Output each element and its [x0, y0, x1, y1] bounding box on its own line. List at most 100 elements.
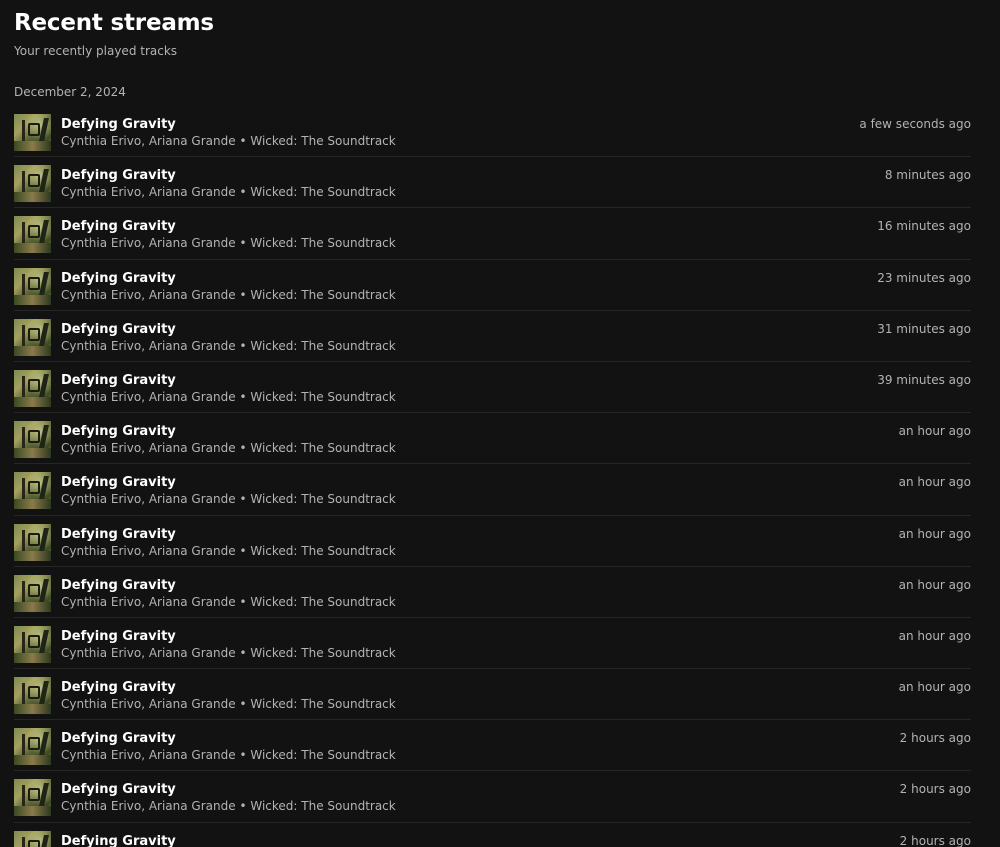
album-art-shape: [22, 580, 25, 603]
track-title[interactable]: Defying Gravity: [61, 168, 176, 184]
album-cover-icon[interactable]: [14, 574, 51, 612]
track-row[interactable]: Defying GravityCynthia Erivo, Ariana Gra…: [0, 618, 1000, 670]
track-artists[interactable]: Cynthia Erivo, Ariana Grande: [61, 799, 236, 813]
track-title[interactable]: Defying Gravity: [61, 117, 176, 133]
played-time: an hour ago: [898, 526, 971, 541]
played-time: 16 minutes ago: [877, 219, 971, 234]
track-album[interactable]: Wicked: The Soundtrack: [250, 441, 395, 455]
track-title[interactable]: Defying Gravity: [61, 219, 176, 235]
track-album[interactable]: Wicked: The Soundtrack: [250, 390, 395, 404]
track-artists[interactable]: Cynthia Erivo, Ariana Grande: [61, 492, 236, 506]
track-title[interactable]: Defying Gravity: [61, 322, 176, 338]
track-row[interactable]: Defying GravityCynthia Erivo, Ariana Gra…: [0, 720, 1000, 772]
track-album[interactable]: Wicked: The Soundtrack: [250, 748, 395, 762]
album-art-shape: [22, 171, 25, 194]
meta-separator: •: [239, 236, 247, 251]
album-cover-icon[interactable]: [14, 625, 51, 663]
track-artists[interactable]: Cynthia Erivo, Ariana Grande: [61, 339, 236, 353]
page-subtitle: Your recently played tracks: [14, 44, 178, 58]
track-artists[interactable]: Cynthia Erivo, Ariana Grande: [61, 646, 236, 660]
album-art-shape: [14, 396, 51, 407]
track-row[interactable]: Defying GravityCynthia Erivo, Ariana Gra…: [0, 669, 1000, 721]
track-row[interactable]: Defying GravityCynthia Erivo, Ariana Gra…: [0, 362, 1000, 414]
track-title[interactable]: Defying Gravity: [61, 373, 176, 389]
track-artists[interactable]: Cynthia Erivo, Ariana Grande: [61, 390, 236, 404]
track-album[interactable]: Wicked: The Soundtrack: [250, 339, 395, 353]
track-title[interactable]: Defying Gravity: [61, 629, 176, 645]
album-art-shape: [28, 481, 40, 495]
album-art-shape: [22, 324, 25, 347]
album-cover-icon[interactable]: [14, 830, 51, 847]
album-cover-icon[interactable]: [14, 421, 51, 459]
track-album[interactable]: Wicked: The Soundtrack: [250, 236, 395, 250]
track-artists[interactable]: Cynthia Erivo, Ariana Grande: [61, 697, 236, 711]
album-cover-icon[interactable]: [14, 728, 51, 766]
album-cover-icon[interactable]: [14, 523, 51, 561]
track-title[interactable]: Defying Gravity: [61, 680, 176, 696]
played-time: 8 minutes ago: [884, 168, 971, 183]
track-title[interactable]: Defying Gravity: [61, 834, 176, 847]
album-cover-icon[interactable]: [14, 779, 51, 817]
track-row[interactable]: Defying GravityCynthia Erivo, Ariana Gra…: [0, 157, 1000, 209]
played-time: 2 hours ago: [899, 782, 971, 797]
album-cover-icon[interactable]: [14, 318, 51, 356]
album-cover-icon[interactable]: [14, 369, 51, 407]
meta-separator: •: [239, 134, 247, 148]
track-artists[interactable]: Cynthia Erivo, Ariana Grande: [61, 236, 236, 250]
track-album[interactable]: Wicked: The Soundtrack: [250, 185, 395, 199]
track-title[interactable]: Defying Gravity: [61, 527, 176, 543]
track-meta: Cynthia Erivo, Ariana Grande • Wicked: T…: [61, 747, 396, 763]
track-title[interactable]: Defying Gravity: [61, 782, 176, 798]
track-row[interactable]: Defying GravityCynthia Erivo, Ariana Gra…: [0, 516, 1000, 567]
track-album[interactable]: Wicked: The Soundtrack: [250, 134, 395, 148]
album-art-shape: [22, 222, 25, 245]
track-artists[interactable]: Cynthia Erivo, Ariana Grande: [61, 441, 236, 455]
played-time: an hour ago: [898, 680, 971, 695]
album-art-shape: [28, 225, 40, 239]
track-artists[interactable]: Cynthia Erivo, Ariana Grande: [61, 185, 236, 199]
played-time: 2 hours ago: [899, 731, 971, 746]
track-row[interactable]: Defying GravityCynthia Erivo, Ariana Gra…: [0, 464, 1000, 516]
track-album[interactable]: Wicked: The Soundtrack: [250, 288, 395, 302]
album-cover-icon[interactable]: [14, 114, 51, 151]
album-cover-icon[interactable]: [14, 267, 51, 305]
track-meta: Cynthia Erivo, Ariana Grande • Wicked: T…: [61, 798, 396, 814]
track-title[interactable]: Defying Gravity: [61, 731, 176, 747]
track-row[interactable]: Defying GravityCynthia Erivo, Ariana Gra…: [0, 106, 1000, 158]
track-artists[interactable]: Cynthia Erivo, Ariana Grande: [61, 748, 236, 762]
track-meta: Cynthia Erivo, Ariana Grande • Wicked: T…: [61, 491, 396, 507]
track-row[interactable]: Defying GravityCynthia Erivo, Ariana Gra…: [0, 567, 1000, 619]
track-title[interactable]: Defying Gravity: [61, 424, 176, 440]
album-art-shape: [28, 532, 40, 546]
track-artists[interactable]: Cynthia Erivo, Ariana Grande: [61, 544, 236, 558]
track-artists[interactable]: Cynthia Erivo, Ariana Grande: [61, 134, 236, 148]
album-art-shape: [22, 120, 25, 142]
track-row[interactable]: Defying GravityCynthia Erivo, Ariana Gra…: [0, 413, 1000, 465]
album-art-shape: [28, 430, 40, 444]
track-row[interactable]: Defying GravityCynthia Erivo, Ariana Gra…: [0, 208, 1000, 260]
track-title[interactable]: Defying Gravity: [61, 475, 176, 491]
track-title[interactable]: Defying Gravity: [61, 271, 176, 287]
track-title[interactable]: Defying Gravity: [61, 578, 176, 594]
album-cover-icon[interactable]: [14, 165, 51, 203]
played-time: 39 minutes ago: [877, 372, 971, 387]
track-album[interactable]: Wicked: The Soundtrack: [250, 492, 395, 506]
track-album[interactable]: Wicked: The Soundtrack: [250, 595, 395, 609]
track-album[interactable]: Wicked: The Soundtrack: [250, 544, 395, 558]
album-cover-icon[interactable]: [14, 677, 51, 715]
track-row[interactable]: Defying GravityCynthia Erivo, Ariana Gra…: [0, 260, 1000, 311]
track-album[interactable]: Wicked: The Soundtrack: [250, 697, 395, 711]
track-album[interactable]: Wicked: The Soundtrack: [250, 799, 395, 813]
album-art-shape: [14, 755, 51, 766]
track-row[interactable]: Defying GravityCynthia Erivo, Ariana Gra…: [0, 311, 1000, 363]
track-row[interactable]: Defying GravityCynthia Erivo, Ariana Gra…: [0, 771, 1000, 823]
album-cover-icon[interactable]: [14, 472, 51, 510]
meta-separator: •: [239, 389, 247, 404]
played-time: an hour ago: [898, 475, 971, 490]
album-cover-icon[interactable]: [14, 216, 51, 254]
track-row[interactable]: Defying GravityCynthia Erivo, Ariana Gra…: [0, 823, 1000, 847]
meta-separator: •: [239, 338, 247, 353]
track-artists[interactable]: Cynthia Erivo, Ariana Grande: [61, 595, 236, 609]
track-album[interactable]: Wicked: The Soundtrack: [250, 646, 395, 660]
track-artists[interactable]: Cynthia Erivo, Ariana Grande: [61, 288, 236, 302]
